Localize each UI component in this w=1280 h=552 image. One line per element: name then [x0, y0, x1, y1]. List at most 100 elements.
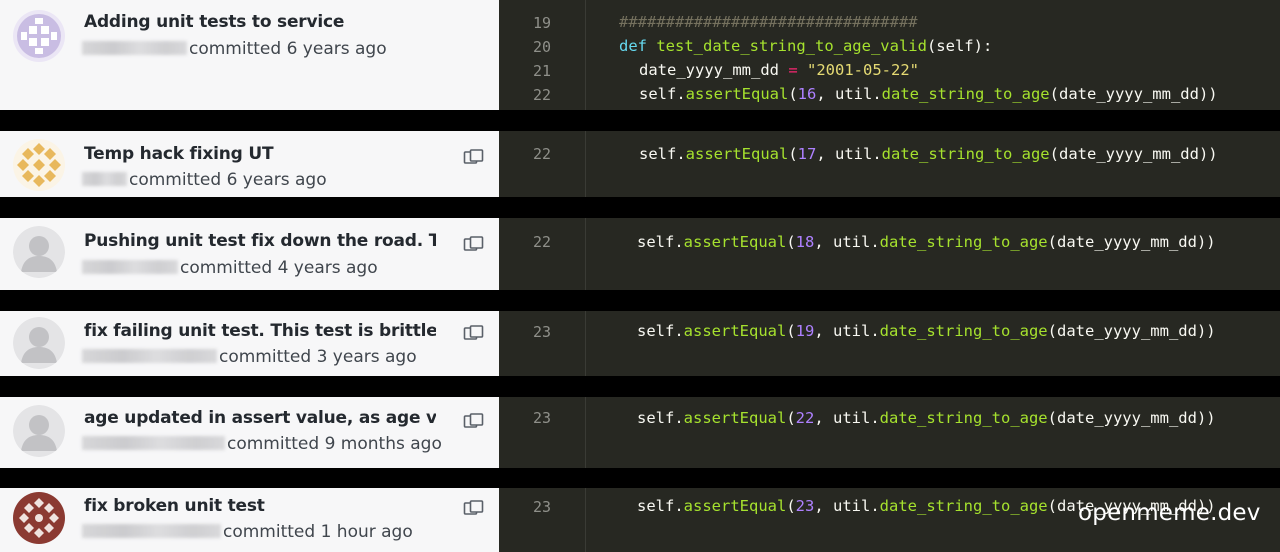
commit-title[interactable]: Adding unit tests to service [84, 12, 436, 32]
code-panel-1: 19 20 21 22 ############################… [499, 0, 1280, 110]
line-number: 23 [532, 323, 552, 341]
author-name-blurred [82, 172, 127, 186]
code-mid: , util. [814, 409, 880, 427]
code-mid: , util. [816, 85, 882, 103]
assert-method: assertEqual [685, 145, 789, 163]
function-name: test_date_string_to_age_valid [656, 37, 927, 55]
assert-expected-value: 23 [795, 497, 815, 515]
util-call: date_string_to_age [879, 497, 1048, 515]
assert-method: assertEqual [683, 409, 787, 427]
copy-icon[interactable] [463, 500, 484, 516]
author-name-blurred [82, 349, 217, 363]
assert-expected-value: 19 [795, 322, 815, 340]
code-line-def: def test_date_string_to_age_valid(self): [619, 37, 992, 55]
assert-expected-value: 18 [795, 233, 815, 251]
copy-icon[interactable] [463, 236, 484, 252]
line-number: 23 [532, 498, 552, 516]
author-name-blurred [82, 41, 187, 55]
code-open-paren: ( [788, 85, 798, 103]
commit-meta: committed 1 hour ago [82, 522, 413, 542]
copy-icon[interactable] [463, 149, 484, 165]
commit-meta: committed 3 years ago [82, 347, 417, 367]
code-arg: (date_yyyy_mm_dd)) [1047, 233, 1216, 251]
watermark: openmeme.dev [1078, 500, 1261, 526]
code-line-assert: self.assertEqual(18, util.date_string_to… [637, 233, 1216, 251]
code-prefix: self. [639, 85, 686, 103]
code-prefix: self. [639, 145, 686, 163]
commit-title[interactable]: Pushing unit test fix down the road. Thi… [84, 231, 436, 251]
avatar-purple-identicon[interactable] [13, 10, 65, 62]
copy-icon[interactable] [463, 325, 484, 341]
code-panel-3: 22 self.assertEqual(18, util.date_string… [499, 218, 1280, 290]
line-number: 22 [532, 233, 552, 251]
copy-icon[interactable] [463, 413, 484, 429]
commit-meta: committed 9 months ago [82, 434, 442, 454]
commit-row-4: fix failing unit test. This test is brit… [0, 311, 1280, 376]
commit-panel-3: Pushing unit test fix down the road. Thi… [0, 218, 499, 290]
code-panel-5: 23 self.assertEqual(22, util.date_string… [499, 397, 1280, 468]
line-number: 22 [532, 86, 552, 104]
commit-row-2: Temp hack fixing UT committed 6 years ag… [0, 131, 1280, 197]
code-arg: (date_yyyy_mm_dd)) [1049, 85, 1218, 103]
util-call: date_string_to_age [881, 145, 1050, 163]
code-arg: (date_yyyy_mm_dd)) [1049, 145, 1218, 163]
commit-time: committed 9 months ago [227, 434, 442, 454]
commit-time: committed 4 years ago [180, 258, 378, 278]
code-prefix: self. [637, 322, 684, 340]
code-open-paren: ( [786, 322, 796, 340]
code-mid: , util. [816, 145, 882, 163]
code-line-assert: self.assertEqual(17, util.date_string_to… [639, 145, 1218, 163]
commit-panel-6: fix broken unit test committed 1 hour ag… [0, 488, 499, 552]
code-line-assert: self.assertEqual(16, util.date_string_to… [639, 85, 1218, 103]
code-open-paren: ( [786, 409, 796, 427]
commit-panel-5: age updated in assert value, as age vali… [0, 397, 499, 468]
code-prefix: self. [637, 409, 684, 427]
var-name: date_yyyy_mm_dd [639, 61, 779, 79]
code-line-comment: ################################ [619, 13, 918, 31]
commit-title[interactable]: fix broken unit test [84, 496, 436, 516]
util-call: date_string_to_age [879, 233, 1048, 251]
commit-title[interactable]: fix failing unit test. This test is brit… [84, 321, 436, 341]
code-mid: , util. [814, 322, 880, 340]
commit-row-5: age updated in assert value, as age vali… [0, 397, 1280, 468]
assert-method: assertEqual [683, 497, 787, 515]
code-mid: , util. [814, 497, 880, 515]
assign-operator: = [788, 61, 798, 79]
def-keyword: def [619, 37, 647, 55]
person-silhouette-icon[interactable] [13, 226, 65, 278]
code-line-assign: date_yyyy_mm_dd = "2001-05-22" [639, 61, 919, 79]
assert-expected-value: 22 [795, 409, 815, 427]
code-panel-2: 22 self.assertEqual(17, util.date_string… [499, 131, 1280, 197]
line-gutter [499, 397, 586, 468]
commit-meta: committed 4 years ago [82, 258, 378, 278]
comment-text: ################################ [619, 13, 918, 31]
commit-panel-2: Temp hack fixing UT committed 6 years ag… [0, 131, 499, 197]
util-call: date_string_to_age [879, 409, 1048, 427]
commit-title[interactable]: age updated in assert value, as age vali… [84, 408, 436, 428]
line-gutter [499, 131, 586, 197]
person-silhouette-icon[interactable] [13, 405, 65, 457]
code-prefix: self. [637, 497, 684, 515]
author-name-blurred [82, 260, 178, 274]
commit-time: committed 1 hour ago [223, 522, 413, 542]
code-arg: (date_yyyy_mm_dd)) [1047, 322, 1216, 340]
code-panel-4: 23 self.assertEqual(19, util.date_string… [499, 311, 1280, 376]
commit-title[interactable]: Temp hack fixing UT [84, 144, 436, 164]
author-name-blurred [82, 524, 221, 538]
commit-time: committed 3 years ago [219, 347, 417, 367]
line-gutter [499, 218, 586, 290]
commit-meta: committed 6 years ago [82, 39, 387, 59]
assert-expected-value: 17 [797, 145, 817, 163]
line-number: 19 [532, 14, 552, 32]
commit-row-1: Adding unit tests to service committed 6… [0, 0, 1280, 110]
util-call: date_string_to_age [879, 322, 1048, 340]
author-name-blurred [82, 436, 225, 450]
line-number: 22 [532, 145, 552, 163]
commit-time: committed 6 years ago [189, 39, 387, 59]
code-open-paren: ( [788, 145, 798, 163]
avatar-maroon-identicon[interactable] [13, 492, 65, 544]
assert-method: assertEqual [683, 233, 787, 251]
code-open-paren: ( [786, 233, 796, 251]
person-silhouette-icon[interactable] [13, 317, 65, 369]
avatar-gold-identicon[interactable] [13, 139, 65, 191]
